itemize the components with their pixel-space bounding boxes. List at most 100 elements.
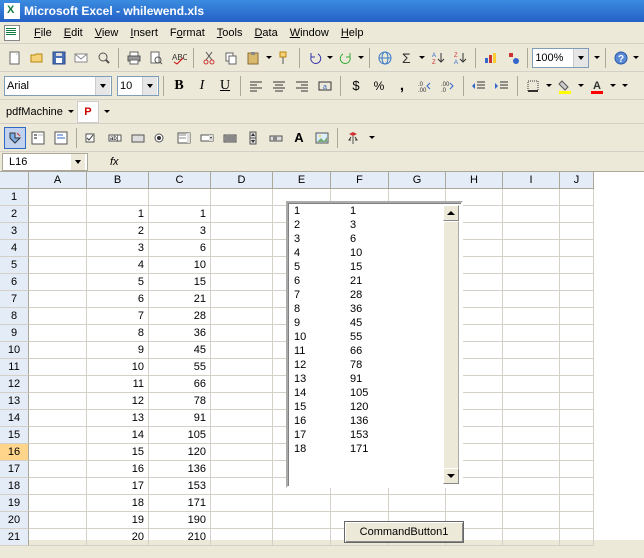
label-icon[interactable]: A: [288, 127, 310, 149]
pdfmachine-options[interactable]: [103, 110, 111, 113]
cell-I11[interactable]: [503, 359, 560, 376]
cell-B17[interactable]: 16: [87, 461, 149, 478]
cell-A21[interactable]: [29, 529, 87, 546]
bold-button[interactable]: B: [168, 75, 190, 97]
pdfmachine-label[interactable]: pdfMachine: [6, 106, 63, 118]
cell-B2[interactable]: 1: [87, 206, 149, 223]
cell-B19[interactable]: 18: [87, 495, 149, 512]
align-left-icon[interactable]: [245, 75, 267, 97]
cell-C14[interactable]: 91: [149, 410, 211, 427]
font-color-icon[interactable]: A: [586, 75, 608, 97]
cell-I7[interactable]: [503, 291, 560, 308]
row-header-3[interactable]: 3: [0, 223, 29, 240]
cell-D20[interactable]: [211, 512, 273, 529]
zoom-combo[interactable]: [532, 48, 589, 68]
search-icon[interactable]: [93, 47, 114, 69]
cell-J4[interactable]: [560, 240, 594, 257]
font-size-input[interactable]: [118, 80, 142, 92]
listbox-row[interactable]: 1278: [290, 359, 443, 373]
option-button-icon[interactable]: [150, 127, 172, 149]
name-box-dropdown-icon[interactable]: [71, 154, 85, 170]
listbox-row[interactable]: 23: [290, 219, 443, 233]
cell-A6[interactable]: [29, 274, 87, 291]
cell-F19[interactable]: [331, 495, 389, 512]
cell-D4[interactable]: [211, 240, 273, 257]
cell-A1[interactable]: [29, 189, 87, 206]
font-name-dropdown-icon[interactable]: [95, 77, 110, 95]
column-header-F[interactable]: F: [331, 172, 389, 189]
cell-A10[interactable]: [29, 342, 87, 359]
hyperlink-icon[interactable]: [374, 47, 395, 69]
cell-C21[interactable]: 210: [149, 529, 211, 546]
increase-decimal-icon[interactable]: .0.00: [414, 75, 436, 97]
comma-icon[interactable]: ,: [391, 75, 413, 97]
cell-D21[interactable]: [211, 529, 273, 546]
redo-dropdown[interactable]: [357, 56, 365, 59]
menu-view[interactable]: View: [89, 25, 125, 41]
combobox-icon[interactable]: [196, 127, 218, 149]
cell-D19[interactable]: [211, 495, 273, 512]
toolbar-options-dropdown[interactable]: [593, 56, 601, 59]
cell-I12[interactable]: [503, 376, 560, 393]
row-header-14[interactable]: 14: [0, 410, 29, 427]
cell-C13[interactable]: 78: [149, 393, 211, 410]
cell-J12[interactable]: [560, 376, 594, 393]
listbox-row[interactable]: 17153: [290, 429, 443, 443]
cell-C19[interactable]: 171: [149, 495, 211, 512]
listbox-row[interactable]: 36: [290, 233, 443, 247]
cell-A2[interactable]: [29, 206, 87, 223]
cell-C16[interactable]: 120: [149, 444, 211, 461]
row-header-6[interactable]: 6: [0, 274, 29, 291]
cell-J21[interactable]: [560, 529, 594, 546]
listbox-row[interactable]: 728: [290, 289, 443, 303]
spin-button-icon[interactable]: [242, 127, 264, 149]
cell-I4[interactable]: [503, 240, 560, 257]
cell-C1[interactable]: [149, 189, 211, 206]
menu-help[interactable]: Help: [335, 25, 370, 41]
sort-desc-icon[interactable]: ZA: [450, 47, 471, 69]
cell-I8[interactable]: [503, 308, 560, 325]
menu-edit[interactable]: Edit: [58, 25, 89, 41]
column-header-B[interactable]: B: [87, 172, 149, 189]
menu-tools[interactable]: Tools: [211, 25, 249, 41]
cell-D17[interactable]: [211, 461, 273, 478]
scroll-down-icon[interactable]: [443, 468, 459, 484]
cell-A18[interactable]: [29, 478, 87, 495]
cell-J1[interactable]: [560, 189, 594, 206]
cell-A9[interactable]: [29, 325, 87, 342]
cell-G19[interactable]: [389, 495, 446, 512]
listbox-row[interactable]: 1391: [290, 373, 443, 387]
zoom-dropdown-icon[interactable]: [573, 49, 588, 67]
column-header-I[interactable]: I: [503, 172, 560, 189]
print-preview-icon[interactable]: [146, 47, 167, 69]
underline-button[interactable]: U: [214, 75, 236, 97]
design-mode-icon[interactable]: [4, 127, 26, 149]
decrease-decimal-icon[interactable]: .00.0: [437, 75, 459, 97]
row-header-16[interactable]: 16: [0, 444, 29, 461]
redo-icon[interactable]: [335, 47, 356, 69]
name-box-input[interactable]: [3, 156, 71, 168]
cell-I3[interactable]: [503, 223, 560, 240]
cell-B10[interactable]: 9: [87, 342, 149, 359]
save-icon[interactable]: [49, 47, 70, 69]
cell-J19[interactable]: [560, 495, 594, 512]
help-icon[interactable]: ?: [610, 47, 631, 69]
scroll-up-icon[interactable]: [443, 205, 459, 221]
column-header-D[interactable]: D: [211, 172, 273, 189]
cell-B9[interactable]: 8: [87, 325, 149, 342]
increase-indent-icon[interactable]: [491, 75, 513, 97]
listbox-row[interactable]: 16136: [290, 415, 443, 429]
undo-icon[interactable]: [304, 47, 325, 69]
row-header-19[interactable]: 19: [0, 495, 29, 512]
listbox-row[interactable]: 945: [290, 317, 443, 331]
cell-J2[interactable]: [560, 206, 594, 223]
font-name-input[interactable]: [5, 80, 95, 92]
new-icon[interactable]: [4, 47, 25, 69]
fill-color-dropdown[interactable]: [577, 84, 585, 87]
menu-data[interactable]: Data: [248, 25, 283, 41]
column-header-E[interactable]: E: [273, 172, 331, 189]
menu-window[interactable]: Window: [284, 25, 335, 41]
cell-B16[interactable]: 15: [87, 444, 149, 461]
checkbox-icon[interactable]: [81, 127, 103, 149]
cell-A19[interactable]: [29, 495, 87, 512]
